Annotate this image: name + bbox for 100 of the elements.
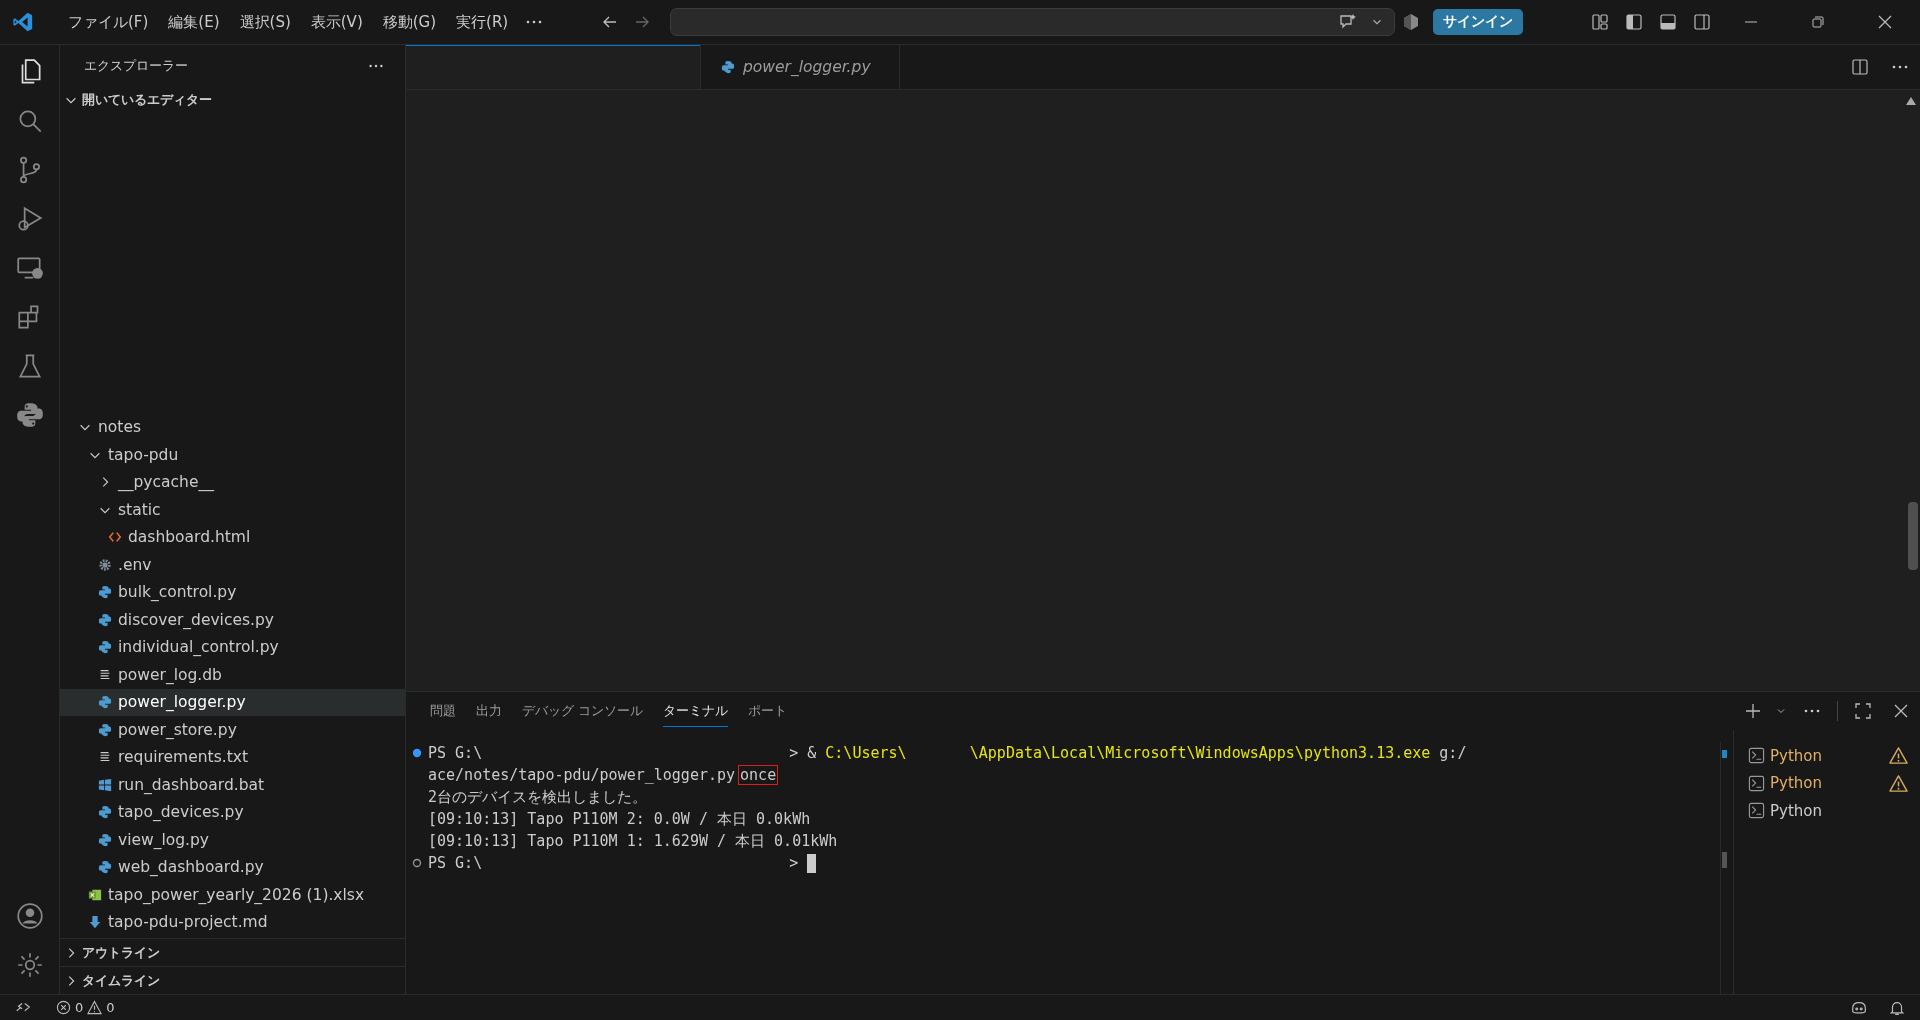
python-file-icon	[98, 640, 112, 655]
editor-tab[interactable]: power_logger.py	[700, 45, 900, 89]
section-header[interactable]: 開いているエディター	[60, 87, 405, 113]
tree-item-label: discover_devices.py	[118, 610, 274, 629]
sign-in-button[interactable]: サインイン	[1433, 9, 1524, 35]
tree-item[interactable]: static	[60, 496, 405, 524]
terminal-text: PS G:\	[428, 854, 483, 872]
python-file-icon	[721, 60, 735, 74]
terminal-list-item[interactable]: Python	[1734, 742, 1920, 770]
tree-item-label: tapo-pdu	[108, 445, 179, 464]
menu-item[interactable]: 移動(G)	[372, 8, 447, 36]
tree-item-label: tapo-pdu-project.md	[108, 913, 268, 932]
terminal-list-item[interactable]: Python	[1734, 769, 1920, 797]
terminal-text: g:/	[1439, 744, 1467, 762]
panel-tab[interactable]: ターミナル	[663, 695, 729, 727]
tree-item[interactable]: requirements.txt	[60, 743, 405, 771]
tree-item[interactable]: run_dashboard.bat	[60, 771, 405, 799]
tree-item[interactable]: dashboard.html	[60, 523, 405, 551]
terminal-text: 2台のデバイスを検出しました。	[428, 787, 648, 807]
tree-item[interactable]: power_logger.py	[60, 688, 405, 716]
tree-item[interactable]: .env	[60, 551, 405, 579]
tree-item-label: static	[118, 500, 161, 519]
section-label: 開いているエディター	[82, 91, 212, 109]
error-icon[interactable]	[56, 1000, 71, 1015]
menu-item[interactable]: ファイル(F)	[58, 8, 159, 36]
terminal-name: Python	[1770, 801, 1822, 820]
tree-item[interactable]: tapo_devices.py	[60, 798, 405, 826]
toggle-sidebar-icon[interactable]	[1624, 12, 1644, 32]
panel-tab[interactable]: 問題	[430, 695, 456, 727]
terminal-icon	[1748, 747, 1765, 765]
warning-count[interactable]: 0	[106, 1000, 115, 1015]
python-icon[interactable]	[14, 400, 45, 430]
section-label: アウトライン	[82, 943, 160, 962]
tree-item-label: notes	[98, 418, 141, 437]
app-logo-icon	[12, 11, 34, 33]
terminal-name: Python	[1770, 746, 1822, 765]
toggle-secondary-sidebar-icon[interactable]	[1692, 12, 1712, 32]
tree-item-label: power_log.db	[118, 665, 222, 684]
plus-icon[interactable]	[1743, 701, 1763, 721]
menu-item[interactable]: 実行(R)	[446, 8, 519, 36]
tree-item[interactable]: view_log.py	[60, 826, 405, 854]
terminal-text: C:\Users\	[825, 744, 907, 762]
tree-item[interactable]: tapo-pdu	[60, 441, 405, 469]
gear-icon	[98, 557, 112, 572]
tree-item-label: view_log.py	[118, 830, 209, 849]
tree-item[interactable]: tapo-pdu-project.md	[60, 908, 405, 936]
tree-item[interactable]: __pycache__	[60, 468, 405, 496]
panel-tab[interactable]: ポート	[748, 695, 788, 727]
tree-item[interactable]: power_store.py	[60, 716, 405, 744]
tree-item-label: web_dashboard.py	[118, 858, 264, 877]
maximize-icon[interactable]	[1853, 701, 1873, 721]
toggle-panel-icon[interactable]	[1658, 12, 1678, 32]
terminal-text: >	[788, 854, 799, 872]
tree-item-label: individual_control.py	[118, 638, 279, 657]
python-file-icon	[98, 722, 112, 737]
terminal-icon	[1748, 802, 1765, 820]
tree-item-label: .env	[118, 555, 152, 574]
terminal-text: [09:10:13] Tapo P110M 2: 0.0W / 本日 0.0kWh	[428, 809, 811, 829]
tree-item[interactable]: discover_devices.py	[60, 606, 405, 634]
menu-item[interactable]: 選択(S)	[229, 8, 301, 36]
code-brackets-icon	[108, 530, 122, 545]
down-arrow-icon	[88, 915, 102, 930]
tree-item[interactable]: power_log.db	[60, 661, 405, 689]
menu-item[interactable]: 編集(E)	[158, 8, 230, 36]
tree-item-label: bulk_control.py	[118, 583, 237, 602]
menu-item[interactable]: 表示(V)	[300, 8, 373, 36]
command-center-field[interactable]	[670, 8, 1396, 36]
terminal-icon	[1748, 774, 1765, 792]
account-icon[interactable]	[14, 901, 45, 931]
sidebar-title: エクスプローラー	[84, 57, 188, 75]
tree-item[interactable]: individual_control.py	[60, 633, 405, 661]
python-file-icon	[98, 832, 112, 847]
panel-tab[interactable]: 出力	[476, 695, 502, 727]
panel-tab[interactable]: デバッグ コンソール	[522, 695, 644, 727]
tree-item-label: dashboard.html	[128, 528, 251, 547]
hollow-dot-icon[interactable]	[412, 858, 422, 868]
tree-item[interactable]: notes	[60, 413, 405, 441]
scroll-marker	[1722, 750, 1727, 758]
terminal-text: PS G:\	[428, 744, 483, 762]
tree-item-label: power_store.py	[118, 720, 237, 739]
windows-icon	[98, 777, 112, 792]
terminal-list-item[interactable]: Python	[1734, 797, 1920, 825]
python-file-icon	[98, 612, 112, 627]
tree-item[interactable]: tapo_power_yearly_2026 (1).xlsx	[60, 881, 405, 909]
scrollbar-thumb[interactable]	[1722, 852, 1727, 868]
tree-item[interactable]: bulk_control.py	[60, 578, 405, 606]
scrollbar-thumb[interactable]	[1908, 502, 1918, 570]
section-header[interactable]: アウトライン	[60, 938, 405, 966]
error-count[interactable]: 0	[75, 1000, 84, 1015]
terminal-name: Python	[1770, 774, 1822, 793]
terminal-text: once	[738, 765, 779, 785]
split-editor-icon[interactable]	[1850, 57, 1870, 77]
warning-icon[interactable]	[87, 1000, 103, 1015]
tree-item-label: requirements.txt	[118, 748, 248, 767]
layout-customize-icon[interactable]	[1590, 12, 1610, 32]
scroll-up-arrow-icon[interactable]	[1905, 96, 1917, 106]
dot-icon[interactable]	[412, 748, 422, 758]
text-lines-icon	[98, 667, 112, 682]
tree-item[interactable]: web_dashboard.py	[60, 853, 405, 881]
terminal-text: [09:10:13] Tapo P110M 1: 1.629W / 本日 0.01kWh	[428, 831, 838, 851]
